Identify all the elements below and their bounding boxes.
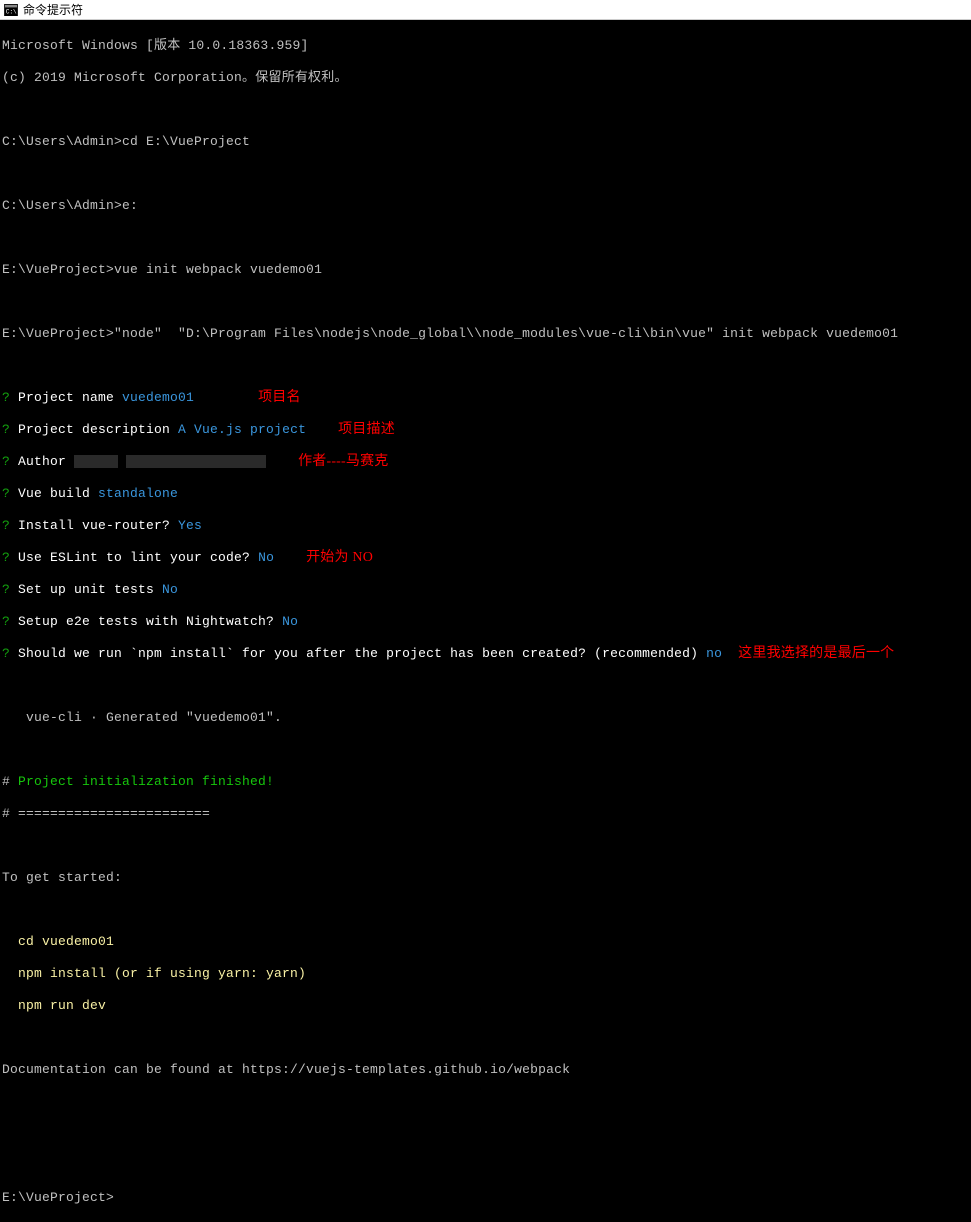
- blank-line: [2, 1030, 971, 1046]
- question-label: Should we run `npm install` for you afte…: [10, 646, 706, 661]
- blank-line: [2, 358, 971, 374]
- question-vue-build: ? Vue build standalone: [2, 486, 971, 502]
- terminal-output[interactable]: Microsoft Windows [版本 10.0.18363.959] (c…: [0, 20, 971, 1222]
- question-npm-install: ? Should we run `npm install` for you af…: [2, 646, 971, 662]
- question-label: Project description: [10, 422, 178, 437]
- blank-line: [2, 742, 971, 758]
- cmd-icon: C:\: [3, 3, 19, 17]
- prompt-cmd: vue init webpack vuedemo01: [114, 262, 322, 277]
- question-eslint: ? Use ESLint to lint your code? No 开始为 N…: [2, 550, 971, 566]
- prompt-line-4: E:\VueProject>"node" "D:\Program Files\n…: [2, 326, 971, 342]
- question-unit-tests: ? Set up unit tests No: [2, 582, 971, 598]
- question-answer: vuedemo01: [122, 390, 194, 405]
- question-mark-icon: ?: [2, 550, 10, 565]
- cmd-dev: npm run dev: [2, 998, 971, 1014]
- annotation-project-desc: 项目描述: [338, 422, 395, 437]
- question-label: Vue build: [10, 486, 98, 501]
- question-mark-icon: ?: [2, 646, 10, 661]
- question-answer: Yes: [178, 518, 202, 533]
- finish-line: # Project initialization finished!: [2, 774, 971, 790]
- spacer: [722, 646, 738, 661]
- spacer: [266, 454, 298, 469]
- question-mark-icon: ?: [2, 582, 10, 597]
- blank-line: [2, 902, 971, 918]
- cmd-cd: cd vuedemo01: [2, 934, 971, 950]
- prompt-line-5: E:\VueProject>: [2, 1190, 971, 1206]
- question-mark-icon: ?: [2, 518, 10, 533]
- prompt-path: E:\VueProject>: [2, 1190, 114, 1205]
- question-author: ? Author 作者----马赛克: [2, 454, 971, 470]
- prompt-cmd: e:: [122, 198, 138, 213]
- question-e2e-tests: ? Setup e2e tests with Nightwatch? No: [2, 614, 971, 630]
- blank-line: [2, 1126, 971, 1142]
- question-project-desc: ? Project description A Vue.js project 项…: [2, 422, 971, 438]
- blank-line: [2, 166, 971, 182]
- prompt-path: C:\Users\Admin>: [2, 198, 122, 213]
- divider: ========================: [10, 806, 210, 821]
- window-titlebar[interactable]: C:\ 命令提示符: [0, 0, 971, 20]
- question-label: Install vue-router?: [10, 518, 178, 533]
- question-answer: A Vue.js project: [178, 422, 306, 437]
- prompt-line-1: C:\Users\Admin>cd E:\VueProject: [2, 134, 971, 150]
- blank-line: [2, 1158, 971, 1174]
- question-mark-icon: ?: [2, 486, 10, 501]
- question-mark-icon: ?: [2, 454, 10, 469]
- version-line: Microsoft Windows [版本 10.0.18363.959]: [2, 38, 971, 54]
- spacer: [306, 422, 338, 437]
- prompt-cmd: "node" "D:\Program Files\nodejs\node_glo…: [114, 326, 898, 341]
- question-label: Use ESLint to lint your code?: [10, 550, 258, 565]
- question-answer: No: [258, 550, 274, 565]
- annotation-project-name: 项目名: [258, 390, 301, 405]
- blank-line: [2, 678, 971, 694]
- docs-line: Documentation can be found at https://vu…: [2, 1062, 971, 1078]
- prompt-path: E:\VueProject>: [2, 326, 114, 341]
- prompt-path: E:\VueProject>: [2, 262, 114, 277]
- svg-text:C:\: C:\: [6, 8, 17, 15]
- prompt-line-3: E:\VueProject>vue init webpack vuedemo01: [2, 262, 971, 278]
- question-vue-router: ? Install vue-router? Yes: [2, 518, 971, 534]
- question-label: Setup e2e tests with Nightwatch?: [10, 614, 282, 629]
- finish-message: Project initialization finished!: [10, 774, 274, 789]
- annotation-author: 作者----马赛克: [298, 454, 388, 469]
- blank-line: [2, 1094, 971, 1110]
- redacted-author-name: [74, 455, 118, 468]
- question-answer: no: [706, 646, 722, 661]
- prompt-line-2: C:\Users\Admin>e:: [2, 198, 971, 214]
- copyright-line: (c) 2019 Microsoft Corporation。保留所有权利。: [2, 70, 971, 86]
- prompt-path: C:\Users\Admin>: [2, 134, 122, 149]
- question-mark-icon: ?: [2, 390, 10, 405]
- question-mark-icon: ?: [2, 614, 10, 629]
- question-answer: No: [162, 582, 178, 597]
- redacted-author-email: [126, 455, 266, 468]
- window-title: 命令提示符: [23, 1, 83, 18]
- cmd-install: npm install (or if using yarn: yarn): [2, 966, 971, 982]
- hash-symbol: #: [2, 806, 10, 821]
- blank-line: [2, 294, 971, 310]
- spacer: [194, 390, 258, 405]
- question-label: Author: [10, 454, 74, 469]
- question-label: Project name: [10, 390, 122, 405]
- prompt-cmd: cd E:\VueProject: [122, 134, 250, 149]
- spacer: [274, 550, 306, 565]
- get-started-header: To get started:: [2, 870, 971, 886]
- blank-line: [2, 838, 971, 854]
- annotation-start-no: 开始为 NO: [306, 550, 373, 565]
- divider-line: # ========================: [2, 806, 971, 822]
- question-mark-icon: ?: [2, 422, 10, 437]
- blank-line: [2, 230, 971, 246]
- hash-symbol: #: [2, 774, 10, 789]
- question-label: Set up unit tests: [10, 582, 162, 597]
- annotation-last-choice: 这里我选择的是最后一个: [738, 646, 894, 661]
- question-answer: No: [282, 614, 298, 629]
- generated-line: vue-cli · Generated "vuedemo01".: [2, 710, 971, 726]
- blank-line: [2, 102, 971, 118]
- question-project-name: ? Project name vuedemo01 项目名: [2, 390, 971, 406]
- question-answer: standalone: [98, 486, 178, 501]
